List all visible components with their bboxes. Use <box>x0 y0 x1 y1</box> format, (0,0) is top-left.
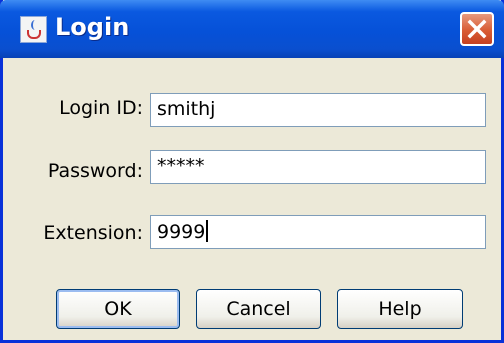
text-caret <box>206 220 209 242</box>
password-input[interactable]: ***** <box>150 150 486 184</box>
ok-button[interactable]: OK <box>56 289 180 329</box>
login-dialog: Login Login ID: smithj Password: ***** E… <box>0 0 504 343</box>
java-cup-icon <box>20 16 47 43</box>
login-id-input[interactable]: smithj <box>150 93 486 127</box>
extension-input[interactable]: 9999 <box>150 215 486 249</box>
password-value: ***** <box>157 155 205 177</box>
password-label: Password: <box>47 160 143 182</box>
close-icon <box>467 19 487 39</box>
extension-value: 9999 <box>157 221 206 243</box>
extension-label: Extension: <box>43 222 143 244</box>
help-button[interactable]: Help <box>337 289 463 329</box>
title-bar[interactable]: Login <box>0 0 504 58</box>
login-id-label: Login ID: <box>59 97 143 119</box>
login-id-value: smithj <box>157 98 216 120</box>
close-button[interactable] <box>460 12 494 46</box>
cancel-button[interactable]: Cancel <box>196 289 321 329</box>
window-title: Login <box>55 13 130 41</box>
